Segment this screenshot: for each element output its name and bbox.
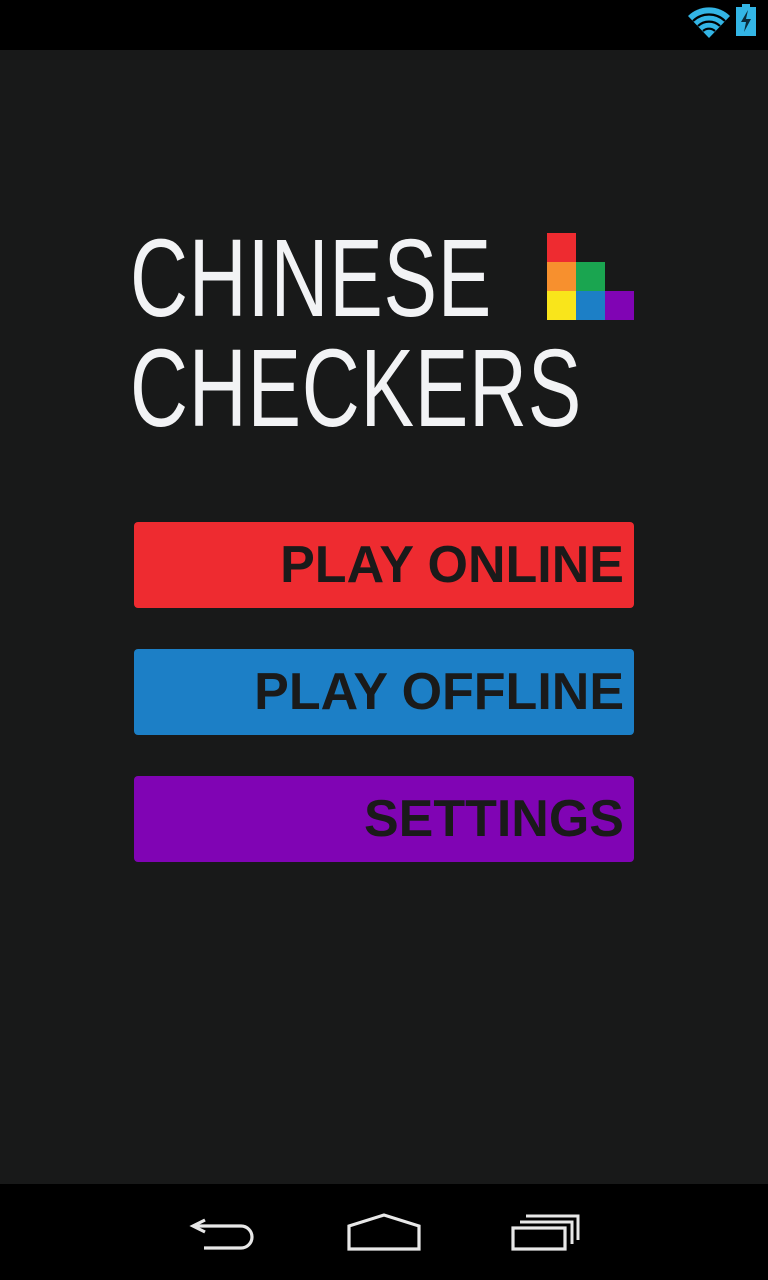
game-title: CHINESE CHECKERS <box>0 0 768 500</box>
home-button[interactable] <box>334 1184 434 1280</box>
title-line-chinese: CHINESE <box>130 217 493 340</box>
back-icon <box>189 1218 254 1250</box>
play-online-button[interactable]: PLAY ONLINE <box>134 522 634 608</box>
logo-block-red <box>547 233 576 262</box>
back-button[interactable] <box>174 1184 274 1280</box>
play-offline-label: PLAY OFFLINE <box>254 663 624 721</box>
title-line-checkers: CHECKERS <box>130 327 583 450</box>
play-online-label: PLAY ONLINE <box>280 536 624 594</box>
logo-block-purple <box>605 291 634 320</box>
home-icon <box>347 1213 421 1251</box>
logo-block-yellow <box>547 291 576 320</box>
logo-block-blue <box>576 291 605 320</box>
logo-block-green <box>576 262 605 291</box>
play-offline-button[interactable]: PLAY OFFLINE <box>134 649 634 735</box>
app-screen: CHINESE CHECKERS PLAY ONLINE PLAY OFFLIN… <box>0 0 768 1280</box>
logo-block-orange <box>547 262 576 291</box>
settings-button[interactable]: SETTINGS <box>134 776 634 862</box>
navigation-bar <box>0 1184 768 1280</box>
recents-button[interactable] <box>496 1184 596 1280</box>
recents-icon <box>511 1214 580 1251</box>
settings-label: SETTINGS <box>363 790 624 848</box>
